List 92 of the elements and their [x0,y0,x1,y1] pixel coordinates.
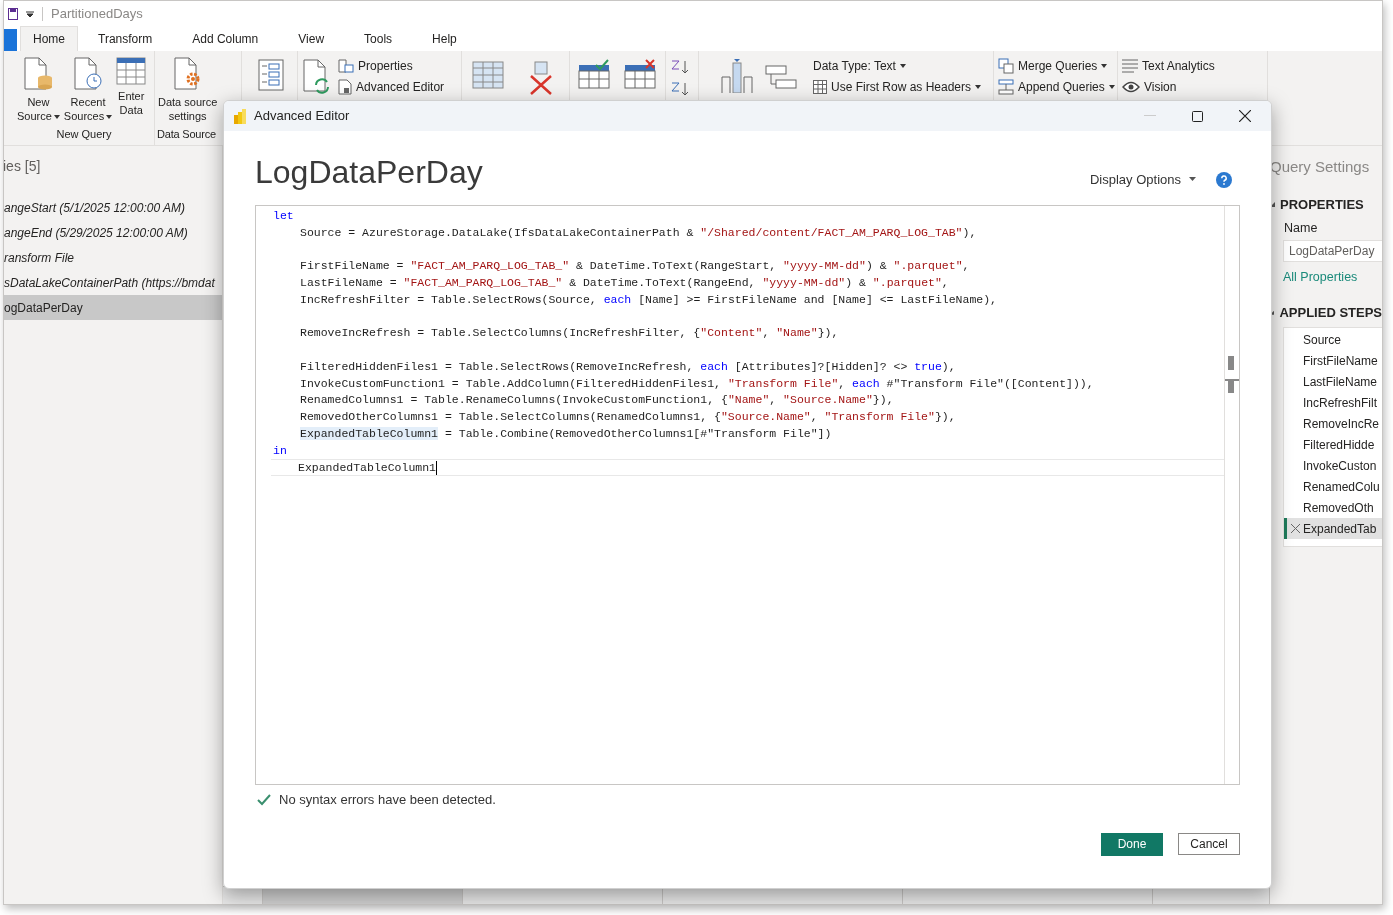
query-item[interactable]: angeEnd (5/29/2025 12:00:00 AM) [4,220,222,245]
name-field[interactable]: LogDataPerDay [1283,239,1382,262]
code-line: Source = AzureStorage.DataLake(IfsDataLakeContainerPath & "/Shared/content/FACT_AM_PARQ_LOG_TAB"), [299,224,978,241]
caret-icon [1101,63,1108,68]
document-icon [338,78,352,95]
properties-icon [338,58,354,73]
ribbon-button[interactable]: Data Type: Text [813,55,982,76]
query-item[interactable]: sDataLakeContainerPath (https://bmdat [4,270,222,295]
code-line: FirstFileName = "FACT_AM_PARQ_LOG_TAB_" & DateTime.ToText(RangeStart, "yyyy-MM-dd") & ".parquet", [299,258,971,275]
ribbon-button[interactable]: Properties [338,55,445,76]
caret-icon [1189,177,1196,182]
table-icon [472,61,504,89]
section-header: PROPERTIES [1280,195,1364,214]
code-line: in [272,442,288,459]
caret-icon [53,115,60,120]
applied-step[interactable]: FilteredHidde [1284,434,1382,455]
app-logo-icon [234,108,246,124]
code-line: let [272,208,295,224]
applied-step[interactable]: RemovedOth [1284,497,1382,518]
group-label: Data Source [157,126,216,142]
applied-step[interactable]: LastFileName [1284,371,1382,392]
caret-icon [975,84,982,89]
merge-icon [998,57,1014,74]
ribbon-button[interactable]: Use First Row as Headers [813,76,982,97]
recent-sources-icon [73,57,104,91]
dialog-title: Advanced Editor [254,107,350,126]
done-button[interactable]: Done [1101,832,1163,856]
ribbon-button[interactable]: Recent Sources [62,57,114,123]
query-item[interactable]: angeStart (5/1/2025 12:00:00 AM) [4,195,222,220]
ribbon-button[interactable]: Data source settings [157,57,219,123]
maximize-icon[interactable] [1192,110,1203,122]
remove-columns-icon [528,61,554,95]
caret-icon [899,63,906,68]
save-icon[interactable] [8,7,18,20]
lines-icon [1122,58,1138,73]
code-editor[interactable] [255,205,1240,785]
field-label: Name [1284,220,1319,237]
delete-icon[interactable] [1290,524,1300,533]
cancel-button[interactable]: Cancel [1178,832,1240,855]
query-heading: LogDataPerDay [255,153,483,191]
code-line: LastFileName = "FACT_AM_PARQ_LOG_TAB_" & DateTime.ToText(RangeEnd, "yyyy-MM-dd") & ".parquet", [299,275,950,291]
code-line: RemovedOtherColumns1 = Table.SelectColumns(RenamedColumns1, {"Source.Name", "Transform File"}), [299,409,957,425]
applied-step[interactable]: InvokeCuston [1284,455,1382,476]
pane-header: ies [5] [4,157,42,176]
applied-step[interactable]: IncRefreshFilt [1284,392,1382,413]
caret-icon [1108,84,1115,89]
code-line: RenamedColumns1 = Table.RenameColumns(InvokeCustomFunction1, {"Name", "Source.Name"}), [299,392,895,409]
applied-step[interactable]: RenamedColu [1284,476,1382,497]
table-icon [813,79,827,94]
all-properties-link[interactable]: All Properties [1283,267,1382,287]
ribbon-button[interactable]: New Source [16,57,61,123]
caret-icon [106,115,113,120]
query-item[interactable]: ogDataPerDay [4,295,222,320]
code-line: ExpandedTableColumn1 [271,459,1224,476]
ribbon-button[interactable]: Enter Data [115,57,148,117]
code-line: RemoveIncRefresh = Table.SelectColumns(IncRefreshFilter, {"Content", "Name"}), [299,325,840,342]
code-line: FilteredHiddenFiles1 = Table.SelectRows(RemoveIncRefresh, each [Attributes]?[Hidden]? <> true), [299,358,957,375]
table-icon [116,57,147,85]
applied-step[interactable]: RemoveIncRe [1284,413,1382,434]
applied-step[interactable]: FirstFileName [1284,350,1382,371]
close-icon[interactable] [1239,110,1251,122]
ribbon-tab[interactable]: Home [20,26,78,51]
code-line: IncRefreshFilter = Table.SelectRows(Source, each [Name] >= FirstFileName and [Name] <= LastFileName), [299,291,999,308]
window-title: PartitionedDays [51,4,143,23]
keep-rows-icon [578,59,610,89]
group-label: New Query [56,126,112,142]
eye-icon [1122,80,1140,93]
ribbon-button[interactable]: Merge Queries [998,55,1115,76]
display-options-button[interactable]: Display Options [1089,169,1196,189]
status-message: No syntax errors have been detected. [279,791,496,809]
split-column-icon [721,59,753,93]
group-by-icon [765,65,797,91]
new-source-icon [23,57,54,91]
help-icon[interactable] [1216,172,1232,188]
ribbon-button[interactable]: Append Queries [998,76,1115,97]
pane-title: Query Settings [1270,157,1371,177]
scrollbar[interactable] [1224,206,1239,784]
list-icon [258,59,284,91]
applied-step[interactable]: ExpandedTab [1284,518,1382,539]
section-header: APPLIED STEPS [1279,303,1382,322]
check-icon [257,793,271,806]
append-icon [998,78,1014,95]
ribbon-button[interactable]: Advanced Editor [338,76,445,97]
query-item[interactable]: ransform File [4,245,222,270]
code-line: ExpandedTableColumn1 = Table.Combine(RemovedOtherColumns1[#"Transform File"]) [299,425,833,442]
ribbon-button[interactable]: Text Analytics [1122,55,1215,76]
caret-icon[interactable] [26,10,34,17]
remove-rows-icon [624,59,656,89]
applied-step[interactable]: Source [1284,329,1382,350]
ribbon-button[interactable]: Vision [1122,76,1215,97]
code-line: InvokeCustomFunction1 = Table.AddColumn(FilteredHiddenFiles1, "Transform File", each #"Transform File"([Content])), [299,375,1095,392]
refresh-icon [302,59,332,95]
